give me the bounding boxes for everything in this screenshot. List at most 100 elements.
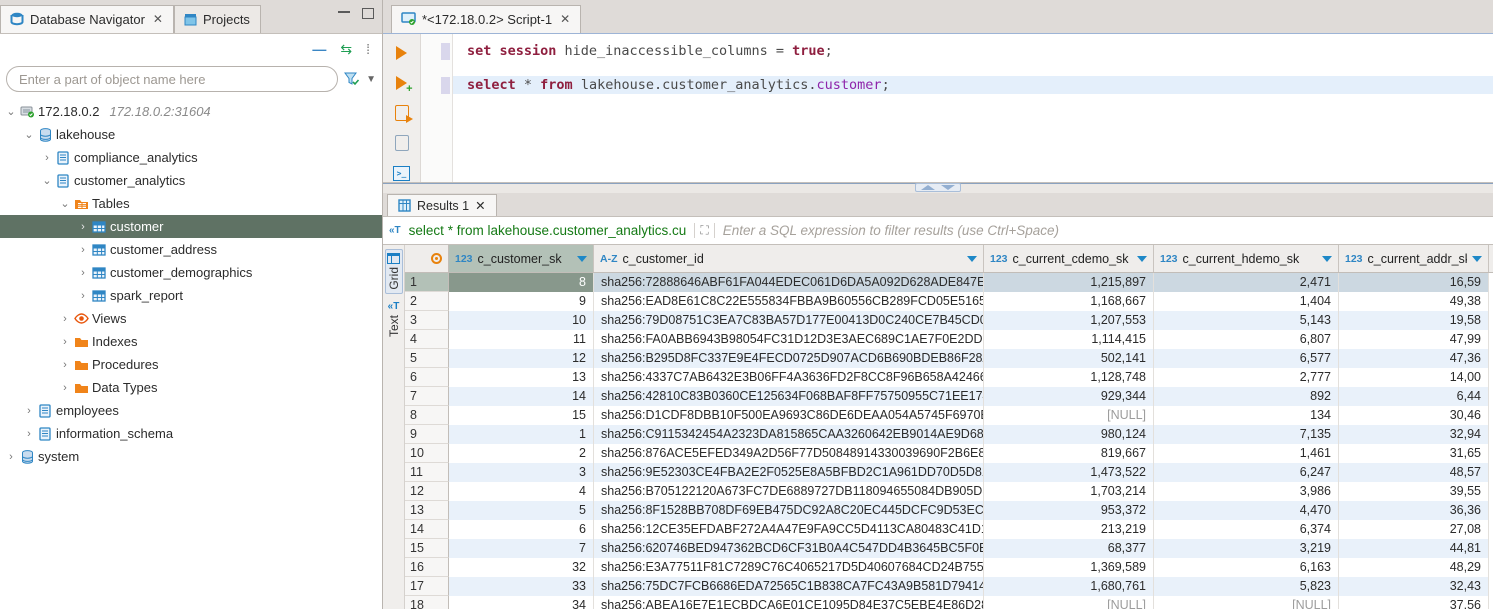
row-number[interactable]: 1 (405, 273, 449, 292)
cell-c_customer_sk[interactable]: 34 (449, 596, 594, 609)
cell-c_customer_id[interactable]: sha256:620746BED947362BCD6CF31B0A4C547DD… (594, 539, 984, 558)
cell-c_current_hdemo_sk[interactable]: 6,807 (1154, 330, 1339, 349)
cell-c_current_cdemo_sk[interactable]: 213,219 (984, 520, 1154, 539)
tree-item-customer-demographics[interactable]: ›customer_demographics (0, 261, 382, 284)
filter-expression-input[interactable]: Enter a SQL expression to filter results… (723, 223, 1059, 238)
cell-c_current_cdemo_sk[interactable]: 1,114,415 (984, 330, 1154, 349)
cell-c_customer_id[interactable]: sha256:9E52303CE4FBA2E2F0525E8A5BFBD2C1A… (594, 463, 984, 482)
tree-item-system[interactable]: ›system (0, 445, 382, 468)
row-number[interactable]: 10 (405, 444, 449, 463)
cell-c_customer_id[interactable]: sha256:72888646ABF61FA044EDEC061D6DA5A09… (594, 273, 984, 292)
close-icon[interactable]: ✕ (560, 12, 570, 26)
column-header-c_current_addr_sk[interactable]: 123c_current_addr_sk (1339, 245, 1489, 272)
row-number[interactable]: 14 (405, 520, 449, 539)
cell-c_current_cdemo_sk[interactable]: 502,141 (984, 349, 1154, 368)
tree-item-spark-report[interactable]: ›spark_report (0, 284, 382, 307)
cell-c_current_hdemo_sk[interactable]: 5,143 (1154, 311, 1339, 330)
sort-dropdown-icon[interactable] (1322, 256, 1332, 262)
cell-c_current_addr_sk[interactable]: 47,36 (1339, 349, 1489, 368)
row-number[interactable]: 15 (405, 539, 449, 558)
cell-c_customer_sk[interactable]: 11 (449, 330, 594, 349)
presentation-tab-text[interactable]: «TText (386, 298, 402, 340)
cell-c_customer_id[interactable]: sha256:ABEA16E7E1ECBDCA6E01CE1095D84E37C… (594, 596, 984, 609)
maximize-icon[interactable] (362, 8, 374, 19)
tab-projects[interactable]: Projects (174, 5, 261, 33)
cell-c_customer_sk[interactable]: 6 (449, 520, 594, 539)
cell-c_current_addr_sk[interactable]: 19,58 (1339, 311, 1489, 330)
expander-collapsed-icon[interactable]: › (4, 451, 18, 463)
expander-collapsed-icon[interactable]: › (76, 221, 90, 233)
cell-c_customer_id[interactable]: sha256:E3A77511F81C7289C76C4065217D5D406… (594, 558, 984, 577)
expander-collapsed-icon[interactable]: › (76, 267, 90, 279)
expander-collapsed-icon[interactable]: › (22, 428, 36, 440)
cell-c_customer_id[interactable]: sha256:4337C7AB6432E3B06FF4A3636FD2F8CC8… (594, 368, 984, 387)
cell-c_customer_sk[interactable]: 8 (449, 273, 594, 292)
cell-c_current_addr_sk[interactable]: 37,56 (1339, 596, 1489, 609)
row-number[interactable]: 8 (405, 406, 449, 425)
cell-c_customer_id[interactable]: sha256:C9115342454A2323DA815865CAA326064… (594, 425, 984, 444)
cell-c_current_cdemo_sk[interactable]: 68,377 (984, 539, 1154, 558)
link-with-editor-icon[interactable]: ⇆ (340, 41, 352, 58)
cell-c_current_hdemo_sk[interactable]: 6,374 (1154, 520, 1339, 539)
tree-item-data-types[interactable]: ›Data Types (0, 376, 382, 399)
tree-item-procedures[interactable]: ›Procedures (0, 353, 382, 376)
cell-c_customer_id[interactable]: sha256:B705122120A673FC7DE6889727DB11809… (594, 482, 984, 501)
chevron-down-icon[interactable]: ▼ (366, 74, 376, 85)
cell-c_current_hdemo_sk[interactable]: 6,163 (1154, 558, 1339, 577)
sql-code-line[interactable]: set session hide_inaccessible_columns = … (453, 42, 1493, 60)
cell-c_customer_sk[interactable]: 12 (449, 349, 594, 368)
cell-c_current_addr_sk[interactable]: 48,29 (1339, 558, 1489, 577)
expander-expanded-icon[interactable]: ⌄ (22, 128, 36, 141)
cell-c_current_addr_sk[interactable]: 30,46 (1339, 406, 1489, 425)
cell-c_customer_sk[interactable]: 4 (449, 482, 594, 501)
row-number[interactable]: 3 (405, 311, 449, 330)
cell-c_current_hdemo_sk[interactable]: 3,986 (1154, 482, 1339, 501)
expander-collapsed-icon[interactable]: › (76, 244, 90, 256)
cell-c_current_cdemo_sk[interactable]: 1,128,748 (984, 368, 1154, 387)
tree-item-customer-address[interactable]: ›customer_address (0, 238, 382, 261)
row-number[interactable]: 18 (405, 596, 449, 609)
tree-item-employees[interactable]: ›employees (0, 399, 382, 422)
cell-c_current_addr_sk[interactable]: 32,43 (1339, 577, 1489, 596)
sort-dropdown-icon[interactable] (967, 256, 977, 262)
cell-c_current_cdemo_sk[interactable]: [NULL] (984, 596, 1154, 609)
cell-c_customer_id[interactable]: sha256:D1CDF8DBB10F500EA9693C86DE6DEAA05… (594, 406, 984, 425)
close-icon[interactable]: ✕ (475, 198, 485, 213)
cell-c_customer_sk[interactable]: 3 (449, 463, 594, 482)
cell-c_current_hdemo_sk[interactable]: [NULL] (1154, 596, 1339, 609)
view-menu-icon[interactable]: ⁞ (366, 41, 370, 57)
cell-c_current_hdemo_sk[interactable]: 6,577 (1154, 349, 1339, 368)
splitter-arrows[interactable] (915, 183, 961, 192)
expander-expanded-icon[interactable]: ⌄ (40, 174, 54, 187)
cell-c_current_cdemo_sk[interactable]: 1,473,522 (984, 463, 1154, 482)
custom-filter-icon[interactable]: «T (389, 225, 401, 236)
cell-c_current_addr_sk[interactable]: 14,00 (1339, 368, 1489, 387)
cell-c_customer_sk[interactable]: 14 (449, 387, 594, 406)
expander-collapsed-icon[interactable]: › (76, 290, 90, 302)
row-number[interactable]: 9 (405, 425, 449, 444)
cell-c_current_hdemo_sk[interactable]: 1,461 (1154, 444, 1339, 463)
cell-c_current_addr_sk[interactable]: 32,94 (1339, 425, 1489, 444)
row-number[interactable]: 7 (405, 387, 449, 406)
tab-results-1[interactable]: Results 1 ✕ (387, 194, 497, 216)
sort-dropdown-icon[interactable] (1137, 256, 1147, 262)
execute-script-icon[interactable] (393, 104, 411, 122)
cell-c_current_addr_sk[interactable]: 27,08 (1339, 520, 1489, 539)
cell-c_current_hdemo_sk[interactable]: 5,823 (1154, 577, 1339, 596)
filter-icon[interactable] (344, 72, 360, 86)
cell-c_current_hdemo_sk[interactable]: 6,247 (1154, 463, 1339, 482)
cell-c_customer_id[interactable]: sha256:B295D8FC337E9E4FECD0725D907ACD6B6… (594, 349, 984, 368)
cell-c_current_cdemo_sk[interactable]: 1,703,214 (984, 482, 1154, 501)
tree-item-views[interactable]: ›Views (0, 307, 382, 330)
expander-collapsed-icon[interactable]: › (58, 313, 72, 325)
cell-c_current_addr_sk[interactable]: 31,65 (1339, 444, 1489, 463)
cell-c_current_addr_sk[interactable]: 36,36 (1339, 501, 1489, 520)
object-filter-input[interactable] (6, 66, 338, 92)
cell-c_customer_id[interactable]: sha256:42810C83B0360CE125634F068BAF8FF75… (594, 387, 984, 406)
tree-item-customer-analytics[interactable]: ⌄customer_analytics (0, 169, 382, 192)
row-number[interactable]: 17 (405, 577, 449, 596)
cell-c_customer_id[interactable]: sha256:8F1528BB708DF69EB475DC92A8C20EC44… (594, 501, 984, 520)
row-number[interactable]: 13 (405, 501, 449, 520)
expander-collapsed-icon[interactable]: › (58, 336, 72, 348)
cell-c_customer_sk[interactable]: 15 (449, 406, 594, 425)
